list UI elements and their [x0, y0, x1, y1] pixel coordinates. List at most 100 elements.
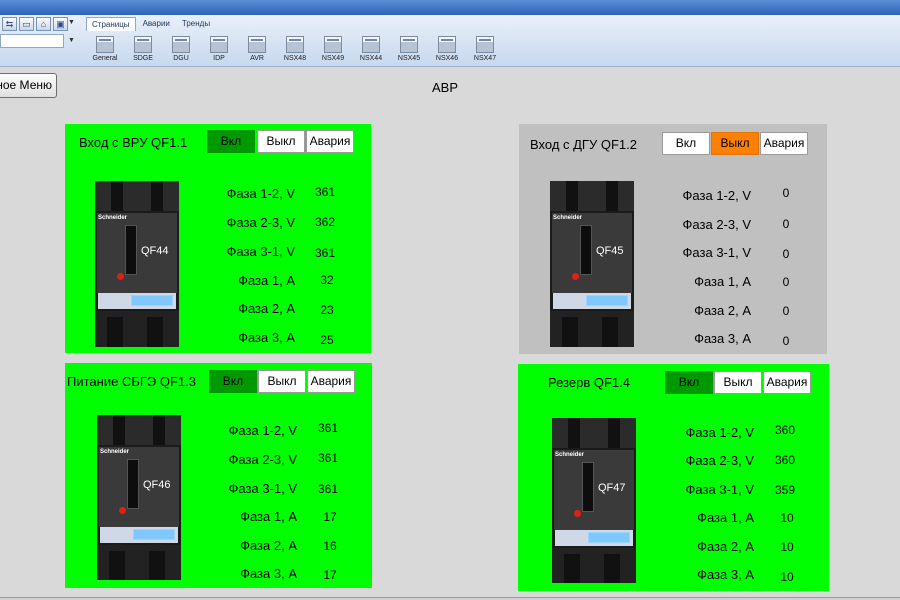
chevron-down-icon[interactable]: ▼ — [68, 19, 75, 26]
breaker-bottom — [97, 545, 181, 580]
phase-3-current-value: 10 — [780, 570, 794, 584]
phase-3-current-value: 17 — [323, 568, 337, 582]
breaker-label: QF44 — [141, 245, 169, 257]
page-button-avr[interactable]: AVR — [238, 35, 276, 67]
page-buttons: General SDGE DGU IDP AVR NSX48 NSX49 NSX… — [86, 35, 504, 67]
window-titlebar — [0, 0, 900, 15]
chevron-down-icon[interactable]: ▼ — [68, 37, 75, 44]
panel-title: Вход с ВРУ QF1.1 — [79, 135, 188, 150]
page-button-idp[interactable]: IDP — [200, 35, 238, 67]
breaker-bottom — [550, 311, 634, 347]
screen-icon[interactable]: ▣ — [53, 17, 68, 31]
page-button-sdge[interactable]: SDGE — [124, 35, 162, 67]
on-button[interactable]: Вкл — [207, 130, 255, 153]
alarm-button[interactable]: Авария — [760, 132, 808, 155]
phase-12-voltage-label: Фаза 1-2, V — [228, 423, 297, 438]
quick-access-toolbar: ⇆ ▭ ⌂ ▣ — [0, 17, 76, 31]
page-icon — [324, 36, 342, 53]
tab-alarms[interactable]: Аварии — [138, 17, 175, 31]
alarm-button[interactable]: Авария — [306, 130, 354, 153]
on-button[interactable]: Вкл — [665, 371, 713, 394]
phase-3-current-label: Фаза 3, А — [697, 567, 754, 582]
breaker-top — [552, 418, 636, 448]
breaker-brand: Schneider — [100, 449, 130, 455]
phase-1-current-label: Фаза 1, А — [240, 509, 297, 524]
page-button-nsx46[interactable]: NSX46 — [428, 35, 466, 67]
phase-3-current-label: Фаза 3, А — [238, 330, 295, 345]
panel-qf1-2: Вход с ДГУ QF1.2 Вкл Выкл Авария Schneid… — [519, 124, 827, 354]
phase-31-voltage-value: 359 — [774, 483, 796, 497]
breaker-brand: Schneider — [553, 215, 583, 221]
phase-2-current-value: 0 — [782, 304, 790, 318]
page-icon — [134, 36, 152, 53]
alarm-button[interactable]: Авария — [763, 371, 811, 394]
page-button-general[interactable]: General — [86, 35, 124, 67]
phase-1-current-value: 10 — [780, 511, 794, 525]
panel-qf1-3: Питание СБГЭ QF1.3 Вкл Выкл Авария Schne… — [65, 363, 372, 588]
phase-3-current-value: 25 — [320, 333, 334, 347]
breaker-display — [133, 529, 175, 540]
breaker-image: Schneider QF45 — [550, 181, 634, 347]
window-icon[interactable]: ▭ — [19, 17, 34, 31]
phase-31-voltage-value: 361 — [314, 246, 336, 260]
phase-12-voltage-value: 360 — [774, 423, 796, 437]
breaker-indicator — [574, 510, 581, 517]
phase-12-voltage-label: Фаза 1-2, V — [226, 186, 295, 201]
off-button[interactable]: Выкл — [257, 130, 305, 153]
breaker-top — [97, 415, 181, 445]
tab-pages[interactable]: Страницы — [86, 17, 136, 31]
on-button[interactable]: Вкл — [209, 370, 257, 393]
breaker-display — [131, 295, 173, 306]
page-button-nsx47[interactable]: NSX47 — [466, 35, 504, 67]
phase-23-voltage-label: Фаза 2-3, V — [226, 215, 295, 230]
ribbon-tabs: Страницы Аварии Тренды — [86, 17, 215, 31]
breaker-display — [586, 295, 628, 306]
page-icon — [286, 36, 304, 53]
phase-2-current-label: Фаза 2, А — [240, 538, 297, 553]
phase-23-voltage-value: 0 — [782, 217, 790, 231]
page-icon — [96, 36, 114, 53]
breaker-indicator — [119, 507, 126, 514]
page-icon — [362, 36, 380, 53]
breaker-image: Schneider QF44 — [95, 181, 179, 347]
page-button-nsx48[interactable]: NSX48 — [276, 35, 314, 67]
phase-31-voltage-label: Фаза 3-1, V — [228, 481, 297, 496]
phase-12-voltage-value: 361 — [317, 421, 339, 435]
breaker-handle — [580, 225, 592, 275]
breaker-image: Schneider QF46 — [97, 415, 181, 580]
on-button[interactable]: Вкл — [662, 132, 710, 155]
phase-1-current-label: Фаза 1, А — [238, 273, 295, 288]
off-button[interactable]: Выкл — [711, 132, 759, 155]
home-icon[interactable]: ⌂ — [36, 17, 51, 31]
phase-2-current-label: Фаза 2, А — [238, 301, 295, 316]
phase-31-voltage-label: Фаза 3-1, V — [226, 244, 295, 259]
phase-2-current-value: 16 — [323, 539, 337, 553]
breaker-handle — [127, 459, 139, 509]
address-field[interactable] — [0, 34, 64, 48]
off-button[interactable]: Выкл — [714, 371, 762, 394]
panel-title: Резерв QF1.4 — [548, 375, 630, 390]
breaker-brand: Schneider — [555, 452, 585, 458]
phase-1-current-label: Фаза 1, А — [697, 510, 754, 525]
breaker-top — [550, 181, 634, 211]
phase-2-current-value: 23 — [320, 303, 334, 317]
breaker-handle — [125, 225, 137, 275]
phase-31-voltage-label: Фаза 3-1, V — [685, 482, 754, 497]
phase-31-voltage-label: Фаза 3-1, V — [682, 245, 751, 260]
ribbon: ⇆ ▭ ⌂ ▣ ▼ ▼ Страницы Аварии Тренды Gener… — [0, 15, 900, 67]
page-button-nsx44[interactable]: NSX44 — [352, 35, 390, 67]
arrow-icon[interactable]: ⇆ — [2, 17, 17, 31]
phase-1-current-value: 32 — [320, 273, 334, 287]
breaker-display — [588, 532, 630, 543]
page-button-nsx49[interactable]: NSX49 — [314, 35, 352, 67]
main-menu-button[interactable]: ное Меню — [0, 73, 57, 98]
off-button[interactable]: Выкл — [258, 370, 306, 393]
page-button-dgu[interactable]: DGU — [162, 35, 200, 67]
panel-title: Питание СБГЭ QF1.3 — [67, 374, 196, 389]
breaker-label: QF45 — [596, 245, 624, 257]
phase-2-current-label: Фаза 2, А — [694, 303, 751, 318]
tab-trends[interactable]: Тренды — [177, 17, 215, 31]
breaker-indicator — [117, 273, 124, 280]
page-button-nsx45[interactable]: NSX45 — [390, 35, 428, 67]
alarm-button[interactable]: Авария — [307, 370, 355, 393]
